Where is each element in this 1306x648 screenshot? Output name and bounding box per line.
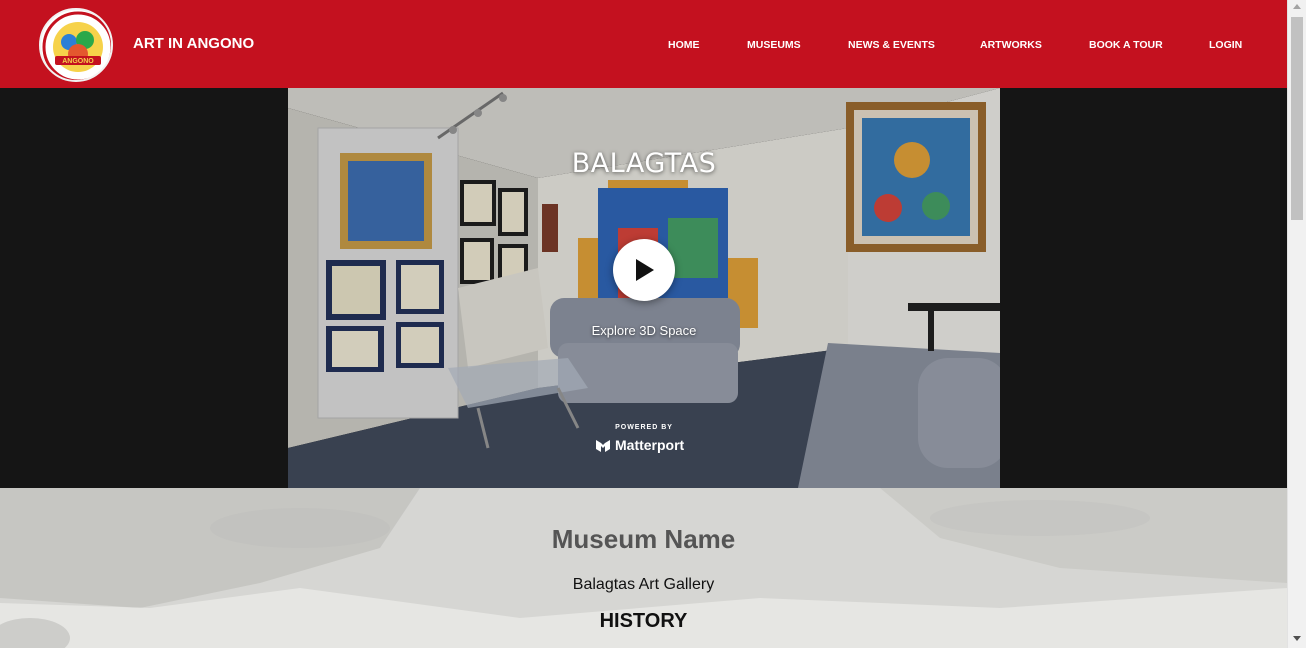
nav-book-a-tour[interactable]: BOOK A TOUR [1089,39,1163,51]
hero-section: BALAGTAS Explore 3D Space POWERED BY Mat… [0,88,1287,488]
matterport-tour-viewer[interactable]: BALAGTAS Explore 3D Space POWERED BY Mat… [288,88,1000,488]
history-heading: HISTORY [599,610,688,632]
play-button[interactable] [613,239,675,301]
play-icon [636,259,654,281]
site-header: ANGONO ART IN ANGONO HOME MUSEUMS NEWS &… [0,0,1287,88]
page-scrollbar[interactable] [1287,0,1306,648]
matterport-wordmark: Matterport [615,437,685,453]
logo-wordmark: ANGONO [62,58,94,65]
scroll-down-arrow-icon[interactable] [1293,636,1301,641]
matterport-logo[interactable]: Matterport [595,437,684,453]
museum-info-section: Museum Name Balagtas Art Gallery HISTORY [0,488,1287,648]
powered-by-label: POWERED BY [615,424,673,431]
nav-artworks[interactable]: ARTWORKS [980,39,1042,51]
museum-name: Balagtas Art Gallery [572,576,715,593]
museum-title-heading: Museum Name [551,524,736,554]
nav-museums[interactable]: MUSEUMS [747,39,801,51]
nav-home[interactable]: HOME [668,39,700,51]
nav-news-events[interactable]: NEWS & EVENTS [848,39,935,51]
scroll-up-arrow-icon[interactable] [1293,4,1301,9]
nav-login[interactable]: LOGIN [1209,39,1242,51]
tour-title: BALAGTAS [571,148,717,179]
explore-3d-label[interactable]: Explore 3D Space [288,323,1000,338]
scrollbar-thumb[interactable] [1291,17,1303,220]
site-brand[interactable]: ART IN ANGONO [133,35,254,52]
matterport-icon [596,440,610,452]
site-logo[interactable]: ANGONO [39,8,113,82]
